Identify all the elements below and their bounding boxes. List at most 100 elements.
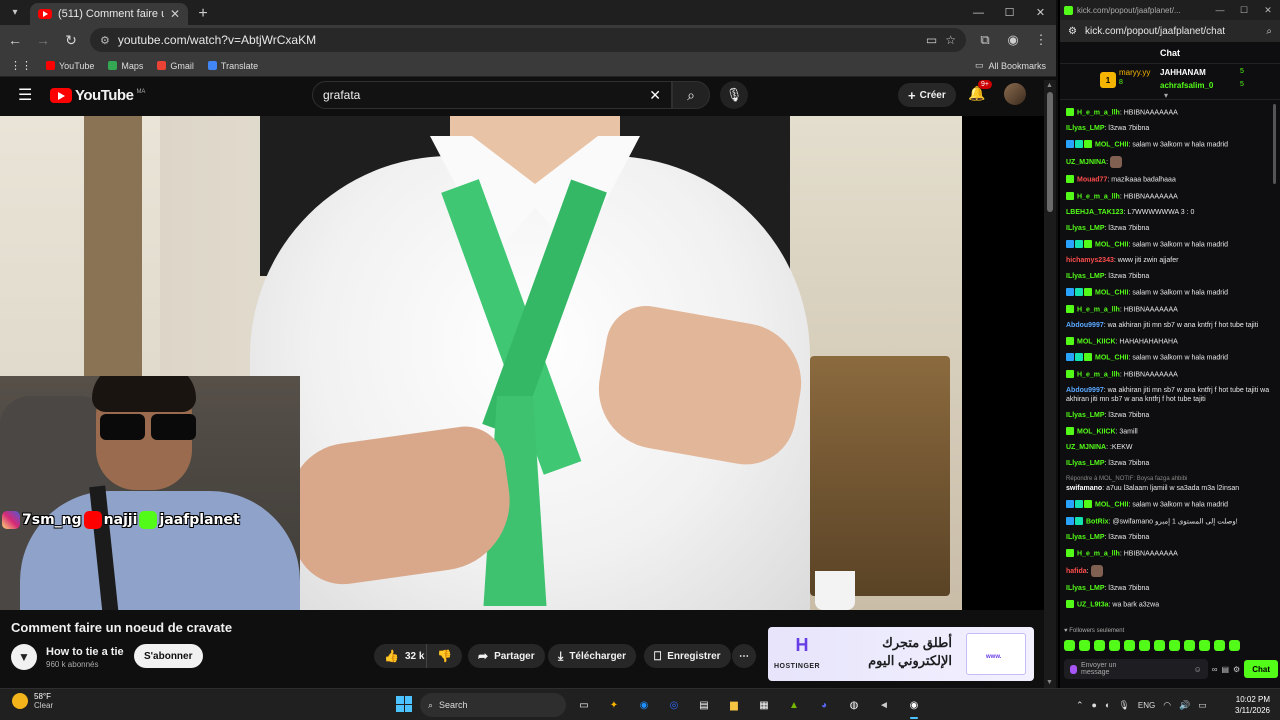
wifi-icon[interactable]: ◠ bbox=[1163, 700, 1171, 711]
chat-username[interactable]: swifamano bbox=[1066, 485, 1102, 492]
chat-username[interactable]: ILlyas_LMP bbox=[1066, 534, 1105, 541]
emote-1[interactable] bbox=[1064, 640, 1075, 651]
like-button[interactable]: 👍 32 k bbox=[374, 644, 433, 668]
nvidia-icon[interactable]: ▲ bbox=[784, 695, 804, 715]
close-window-button[interactable]: ✕ bbox=[1025, 0, 1056, 25]
chat-settings-icon[interactable]: ⚙ bbox=[1233, 665, 1240, 674]
subscribe-button[interactable]: S'abonner bbox=[134, 644, 203, 668]
save-button[interactable]: ⎕ Enregistrer bbox=[644, 644, 731, 668]
chat-message-list[interactable]: H_e_m_a_llh: HBIBNAAAAAAA ILlyas_LMP: l3z… bbox=[1066, 104, 1272, 624]
site-info-icon[interactable]: ⚙ bbox=[100, 34, 110, 47]
chat-message-input[interactable]: Envoyer un message ☺ bbox=[1064, 659, 1208, 679]
tab-search-icon[interactable]: ▾ bbox=[4, 1, 26, 23]
input-language[interactable]: ENG bbox=[1138, 701, 1155, 710]
download-button[interactable]: ⤓ Télécharger bbox=[548, 644, 637, 668]
search-button[interactable]: ⌕ bbox=[672, 81, 710, 109]
chat-users-icon[interactable]: ∞ bbox=[1212, 665, 1218, 674]
emote-4[interactable] bbox=[1109, 640, 1120, 651]
chat-username[interactable]: H_e_m_a_llh bbox=[1077, 550, 1120, 557]
create-button[interactable]: + Créer bbox=[898, 83, 956, 107]
tray-overflow-icon[interactable]: ⌃ bbox=[1076, 700, 1084, 711]
all-bookmarks[interactable]: ▭ All Bookmarks bbox=[975, 60, 1046, 71]
chat-send-button[interactable]: Chat bbox=[1244, 660, 1278, 678]
chat-username[interactable]: H_e_m_a_llh bbox=[1077, 371, 1120, 378]
forward-button[interactable]: → bbox=[34, 32, 52, 48]
emote-5[interactable] bbox=[1124, 640, 1135, 651]
chat-username[interactable]: MOL_CHII bbox=[1095, 290, 1128, 297]
chat-username[interactable]: LBEHJA_TAK123 bbox=[1066, 209, 1123, 216]
chat-username[interactable]: MOL_CHII bbox=[1095, 241, 1128, 248]
chat-username[interactable]: H_e_m_a_llh bbox=[1077, 109, 1120, 116]
chat-scrollbar[interactable] bbox=[1273, 104, 1276, 184]
emote-7[interactable] bbox=[1154, 640, 1165, 651]
tray-mic-icon[interactable]: 🎙 bbox=[1118, 700, 1129, 711]
chat-username[interactable]: Abdou9997 bbox=[1066, 322, 1104, 329]
cast-icon[interactable]: ▭ bbox=[926, 33, 937, 47]
chat-username[interactable]: MOL_CHII bbox=[1095, 141, 1128, 148]
emote-9[interactable] bbox=[1184, 640, 1195, 651]
emote-8[interactable] bbox=[1169, 640, 1180, 651]
bookmark-gmail[interactable]: Gmail bbox=[157, 61, 194, 71]
steelseries-icon[interactable]: ◍ bbox=[844, 695, 864, 715]
maximize-button[interactable]: ☐ bbox=[994, 0, 1025, 25]
channel-avatar[interactable]: ▼ bbox=[11, 644, 37, 670]
hostinger-ad-banner[interactable]: H HOSTINGER أطلق متجرك الإلكتروني اليوم … bbox=[768, 627, 1034, 681]
clear-search-icon[interactable]: ✕ bbox=[649, 87, 661, 104]
notifications-button[interactable]: 🔔 9+ bbox=[968, 80, 992, 102]
kick-minimize-button[interactable]: — bbox=[1208, 0, 1232, 20]
emoji-picker-icon[interactable]: ☺ bbox=[1194, 665, 1202, 673]
channel-name[interactable]: How to tie a tie bbox=[46, 646, 124, 658]
chat-username[interactable]: MOL_KIICK bbox=[1077, 428, 1116, 435]
task-view-icon[interactable]: ▤ bbox=[694, 695, 714, 715]
zoom-icon[interactable]: ⌕ bbox=[1266, 26, 1272, 37]
chat-username[interactable]: MOL_CHII bbox=[1095, 502, 1128, 509]
emote-10[interactable] bbox=[1199, 640, 1210, 651]
emote-2[interactable] bbox=[1079, 640, 1090, 651]
share-button[interactable]: ➦ Partager bbox=[468, 644, 545, 668]
weather-widget[interactable]: 58°F Clear bbox=[12, 692, 53, 710]
back-button[interactable]: ← bbox=[6, 32, 24, 48]
chat-username[interactable]: UZ_MJNINA bbox=[1066, 159, 1106, 166]
tab-close-icon[interactable]: ✕ bbox=[170, 7, 180, 21]
leaderboard-expand-icon[interactable]: ▾ bbox=[1164, 91, 1168, 100]
chat-username[interactable]: UZ_MJNINA bbox=[1066, 444, 1106, 451]
scrollbar-thumb[interactable] bbox=[1047, 92, 1053, 212]
chat-username[interactable]: H_e_m_a_llh bbox=[1077, 306, 1120, 313]
new-tab-button[interactable]: + bbox=[192, 3, 214, 25]
kick-url-bar[interactable]: ⚙ kick.com/popout/jaafplanet/chat ⌕ bbox=[1060, 20, 1280, 42]
page-scrollbar[interactable]: ▲ ▼ bbox=[1044, 80, 1056, 688]
volume-icon[interactable]: 🔊 bbox=[1179, 700, 1190, 711]
tray-app-icon-2[interactable]: ◐ bbox=[1105, 700, 1110, 710]
tray-app-icon-1[interactable]: ● bbox=[1092, 700, 1097, 710]
more-actions-button[interactable]: ⋯ bbox=[732, 644, 756, 668]
chat-username[interactable]: ILlyas_LMP bbox=[1066, 125, 1105, 132]
profile-icon[interactable]: ◉ bbox=[1004, 32, 1022, 48]
youtube-logo[interactable]: YouTube MA bbox=[50, 87, 145, 104]
voice-search-button[interactable]: 🎙 bbox=[720, 81, 748, 109]
url-field[interactable]: ⚙ youtube.com/watch?v=AbtjWrCxaKM ▭ ☆ bbox=[90, 28, 966, 52]
emote-11[interactable] bbox=[1214, 640, 1225, 651]
chat-username[interactable]: hafida bbox=[1066, 568, 1087, 575]
start-button[interactable] bbox=[396, 696, 412, 712]
scroll-down-icon[interactable]: ▼ bbox=[1046, 679, 1053, 686]
capcut-icon[interactable]: ◄ bbox=[874, 695, 894, 715]
scroll-up-icon[interactable]: ▲ bbox=[1046, 82, 1053, 89]
chat-username[interactable]: ILlyas_LMP bbox=[1066, 225, 1105, 232]
kick-close-button[interactable]: ✕ bbox=[1256, 0, 1280, 20]
apps-grid-icon[interactable]: ⋮⋮ bbox=[10, 59, 32, 72]
battery-icon[interactable]: ▭ bbox=[1198, 700, 1207, 711]
taskbar-clock[interactable]: 10:02 PM 3/11/2026 bbox=[1230, 694, 1270, 716]
video-player[interactable] bbox=[0, 116, 1044, 610]
folder-icon[interactable]: ▆ bbox=[724, 695, 744, 715]
extensions-icon[interactable]: ⧉ bbox=[976, 32, 994, 48]
emote-12[interactable] bbox=[1229, 640, 1240, 651]
kick-maximize-button[interactable]: ☐ bbox=[1232, 0, 1256, 20]
bookmark-maps[interactable]: Maps bbox=[108, 61, 143, 71]
bookmark-youtube[interactable]: YouTube bbox=[46, 61, 94, 71]
chrome-icon[interactable]: ◉ bbox=[904, 695, 924, 719]
chat-username[interactable]: ILlyas_LMP bbox=[1066, 460, 1105, 467]
reload-button[interactable]: ↻ bbox=[62, 32, 80, 49]
steam-icon[interactable]: ◎ bbox=[664, 695, 684, 715]
chat-username[interactable]: ILlyas_LMP bbox=[1066, 412, 1105, 419]
bookmark-translate[interactable]: Translate bbox=[207, 61, 258, 71]
